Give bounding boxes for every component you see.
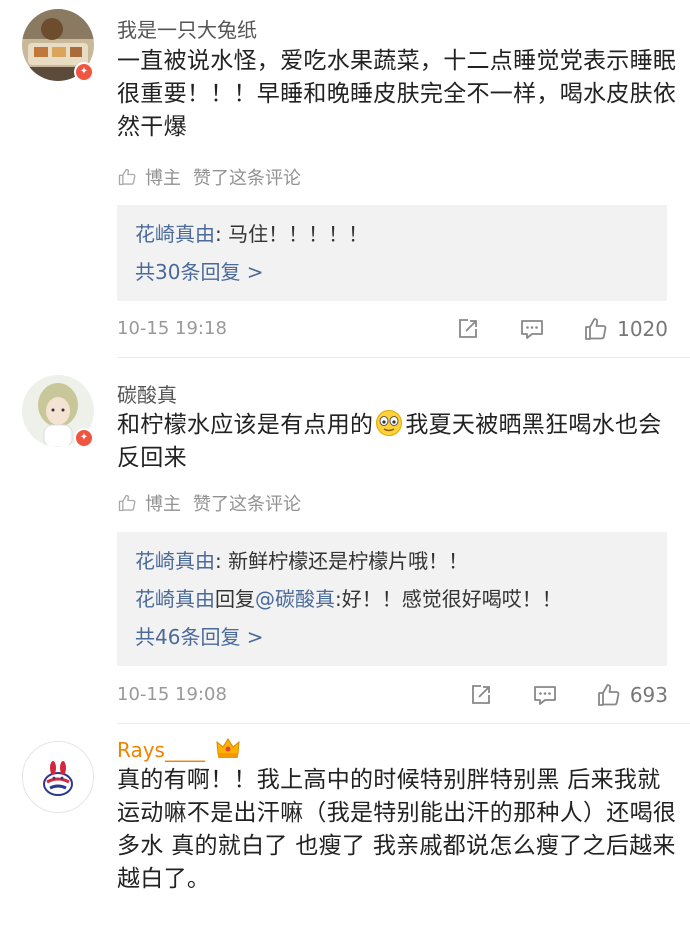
share-icon[interactable] (455, 316, 481, 342)
reply-separator: : (215, 222, 229, 246)
comment-username[interactable]: Rays____ (117, 736, 241, 762)
reply-username[interactable]: 花崎真由 (135, 549, 215, 573)
reply-text: 马住！！！！！ (228, 222, 369, 246)
crying-laughing-emoji-icon (376, 410, 403, 436)
crown-icon (216, 738, 240, 758)
comment-actions: 693 (468, 680, 668, 710)
reply-text: 新鲜柠檬还是柠檬片哦！！ (228, 549, 469, 573)
reply-username[interactable]: 花崎真由 (135, 222, 215, 246)
author-liked-note: 博主 赞了这条评论 (117, 164, 301, 190)
reply-mention[interactable]: @碳酸真 (255, 587, 335, 611)
comment-item: ✦ 碳酸真 和柠檬水应该是有点用的 我夏天被晒黑狂喝水也会反回来 博主 赞了这条… (0, 358, 690, 724)
avatar[interactable] (22, 741, 94, 813)
reply-item[interactable]: 花崎真由回复@碳酸真:好！！感觉很好喝哎！！ (135, 580, 649, 618)
comment-text: 一直被说水怪，爱吃水果蔬菜，十二点睡觉党表示睡眠很重要！！！早睡和晚睡皮肤完全不… (117, 48, 677, 140)
comment-username[interactable]: 碳酸真 (117, 379, 177, 408)
comment-actions: 1020 (455, 314, 668, 344)
author-label: 博主 (145, 494, 181, 515)
comment-username[interactable]: 我是一只大兔纸 (117, 14, 257, 43)
verified-badge-icon: ✦ (74, 428, 94, 448)
reply-item[interactable]: 花崎真由: 新鲜柠檬还是柠檬片哦！！ (135, 542, 649, 580)
comment-text-part: 和柠檬水应该是有点用的 (117, 412, 374, 438)
comment-meta: 10-15 19:08 693 (117, 680, 668, 710)
reply-box: 花崎真由: 新鲜柠檬还是柠檬片哦！！ 花崎真由回复@碳酸真:好！！感觉很好喝哎！… (117, 532, 667, 666)
comment-icon[interactable] (532, 682, 558, 708)
author-liked-note: 博主 赞了这条评论 (117, 490, 301, 516)
reply-verb: 回复 (215, 587, 255, 611)
more-replies-link[interactable]: 共46条回复 > (135, 618, 649, 656)
like-icon[interactable] (596, 682, 622, 708)
reply-box: 花崎真由: 马住！！！！！ 共30条回复 > (117, 205, 667, 301)
comment-time: 10-15 19:08 (117, 684, 227, 705)
comment-item: ✦ 我是一只大兔纸 一直被说水怪，爱吃水果蔬菜，十二点睡觉党表示睡眠很重要！！！… (0, 0, 690, 358)
author-label: 博主 (145, 168, 181, 189)
comment-text: 真的有啊！！我上高中的时候特别胖特别黑 后来我就运动嘛不是出汗嘛（我是特别能出汗… (117, 767, 677, 892)
reply-username[interactable]: 花崎真由 (135, 587, 215, 611)
comment-time: 10-15 19:18 (117, 318, 227, 339)
username-text: Rays____ (117, 738, 205, 762)
reply-item[interactable]: 花崎真由: 马住！！！！！ (135, 215, 649, 253)
comment-item: Rays____ 真的有啊！！我上高中的时候特别胖特别黑 后来我就运动嘛不是出汗… (0, 724, 690, 951)
like-count: 1020 (617, 317, 668, 341)
reply-separator: : (215, 549, 229, 573)
liked-text: 赞了这条评论 (193, 494, 301, 515)
share-icon[interactable] (468, 682, 494, 708)
comment-icon[interactable] (519, 316, 545, 342)
verified-badge-icon: ✦ (74, 62, 94, 82)
liked-text: 赞了这条评论 (193, 168, 301, 189)
comment-text: 和柠檬水应该是有点用的 我夏天被晒黑狂喝水也会反回来 (117, 409, 677, 475)
like-count: 693 (629, 683, 668, 707)
reply-separator: : (335, 587, 342, 611)
thumb-up-icon (118, 494, 136, 512)
more-replies-link[interactable]: 共30条回复 > (135, 253, 649, 291)
thumb-up-icon (118, 168, 136, 186)
comment-meta: 10-15 19:18 1020 (117, 314, 668, 344)
like-icon[interactable] (583, 316, 609, 342)
reply-text: 好！！感觉很好喝哎！！ (341, 587, 562, 611)
